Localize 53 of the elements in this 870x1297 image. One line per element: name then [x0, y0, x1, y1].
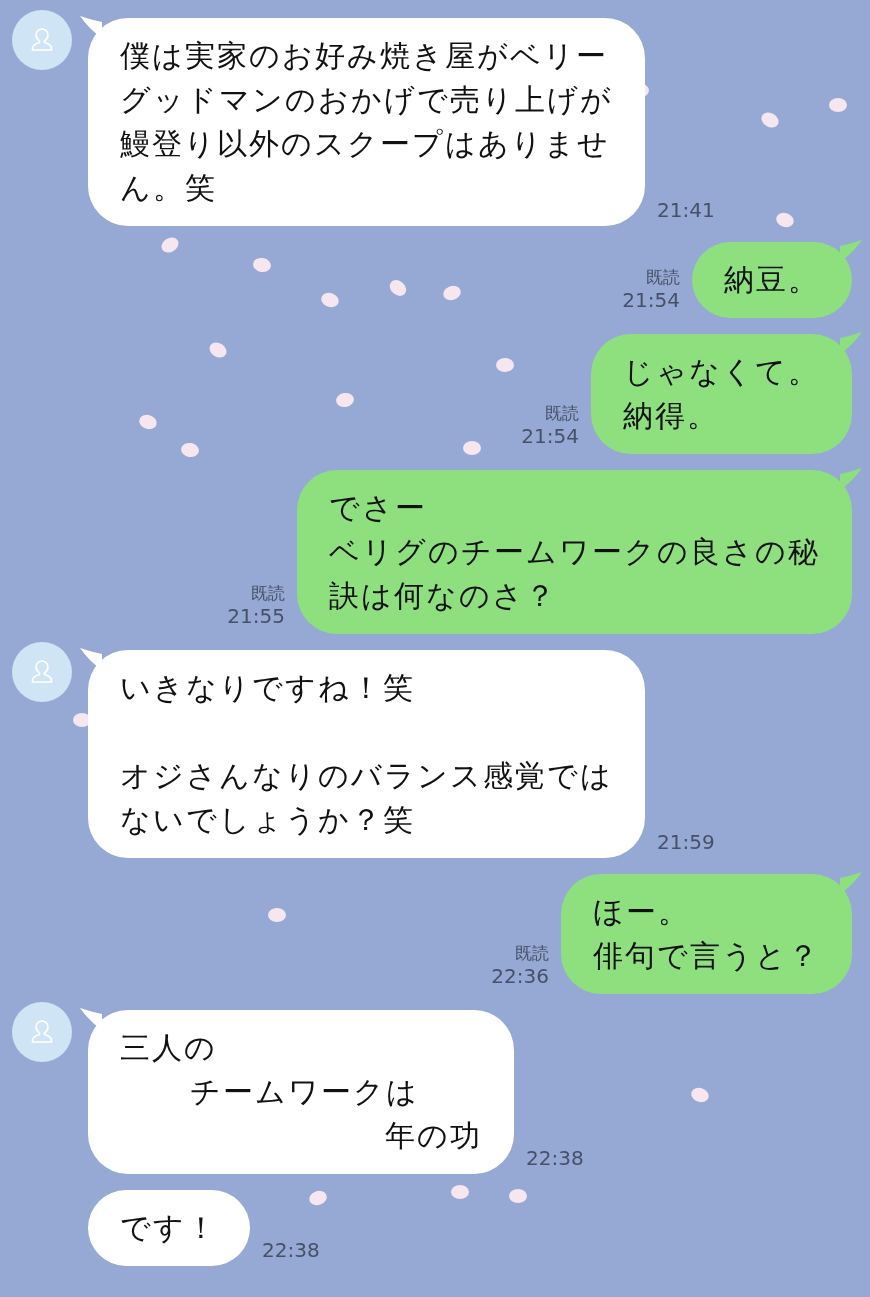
petal: [451, 1185, 469, 1199]
message-time: 21:54: [521, 424, 579, 448]
petal: [253, 257, 271, 273]
petal: [463, 441, 481, 455]
petal: [496, 358, 514, 372]
message-text: です！: [120, 1209, 218, 1247]
petal: [321, 292, 339, 308]
petal: [309, 1190, 327, 1206]
message-text: 訣は何なのさ？: [329, 577, 557, 615]
message-text: じゃなくて。: [623, 353, 820, 391]
message-time: 21:55: [227, 604, 285, 628]
avatar-icon[interactable]: [12, 10, 72, 70]
message-text: 納得。: [623, 397, 719, 435]
petal: [443, 285, 461, 301]
message-time: 21:59: [657, 830, 715, 854]
message-time: 22:38: [262, 1238, 320, 1262]
message-text: 年の功: [385, 1117, 482, 1155]
message-time: 21:41: [657, 198, 715, 222]
petal: [829, 98, 847, 112]
read-receipt: 既読: [515, 942, 549, 964]
message-time: 22:36: [491, 964, 549, 988]
message-text: でさー: [329, 489, 427, 527]
message-text: チームワークは: [190, 1073, 419, 1111]
message-text: 鰻登り以外のスクープはありませ: [120, 125, 610, 163]
avatar-icon[interactable]: [12, 642, 72, 702]
message-text: 納豆。: [724, 261, 820, 299]
message-text: ほー。: [593, 893, 690, 931]
petal: [761, 112, 779, 128]
message-text: ん。笑: [120, 169, 217, 207]
petal: [336, 392, 354, 408]
petal: [209, 342, 227, 358]
message-text: 俳句で言うと？: [593, 937, 820, 975]
petal: [509, 1189, 527, 1203]
message-text: オジさんなりのバランス感覚では: [120, 757, 613, 795]
message-text: 僕は実家のお好み焼き屋がベリー: [120, 37, 608, 75]
petal: [139, 414, 157, 430]
petal: [181, 442, 199, 458]
read-receipt: 既読: [545, 402, 579, 424]
petal: [691, 1087, 709, 1103]
petal: [161, 237, 179, 253]
message-time: 21:54: [622, 288, 680, 312]
message-text: ベリグのチームワークの良さの秘: [329, 533, 820, 571]
petal: [268, 908, 286, 922]
message-text: いきなりですね！笑: [120, 669, 415, 707]
petal: [389, 280, 407, 296]
read-receipt: 既読: [251, 582, 285, 604]
read-receipt: 既読: [646, 266, 680, 288]
message-text: ないでしょうか？笑: [120, 801, 415, 839]
message-time: 22:38: [526, 1146, 584, 1170]
petal: [776, 212, 794, 228]
message-text: グッドマンのおかげで売り上げが: [120, 81, 613, 119]
message-text: 三人の: [120, 1029, 217, 1067]
avatar-icon[interactable]: [12, 1002, 72, 1062]
